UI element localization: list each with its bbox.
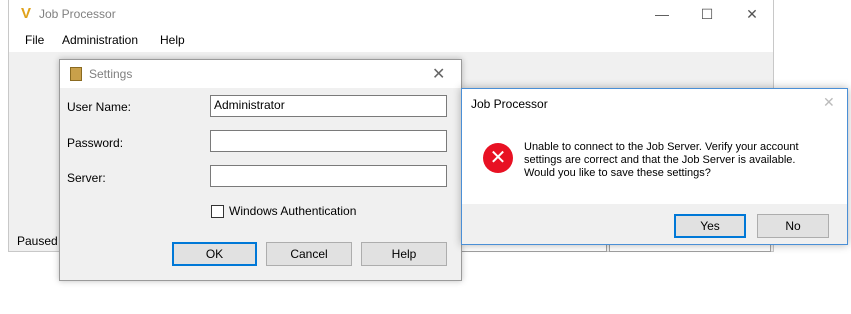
error-message-line: Would you like to save these settings? [524, 167, 711, 179]
settings-dialog: Settings ✕ User Name: Administrator Pass… [59, 59, 462, 281]
error-message-line: Unable to connect to the Job Server. Ver… [524, 141, 799, 153]
settings-close-button[interactable]: ✕ [432, 64, 445, 84]
windows-auth-label: Windows Authentication [229, 204, 357, 218]
error-message: Unable to connect to the Job Server. Ver… [524, 141, 824, 180]
main-titlebar: V Job Processor — ☐ ✕ [9, 0, 773, 28]
menu-file[interactable]: File [25, 33, 44, 47]
error-close-button[interactable]: ✕ [823, 94, 835, 111]
no-button[interactable]: No [757, 214, 829, 238]
settings-titlebar: Settings ✕ [60, 60, 461, 88]
error-icon: ✕ [483, 143, 513, 173]
yes-button[interactable]: Yes [674, 214, 746, 238]
password-label: Password: [67, 136, 124, 150]
error-message-line: settings are correct and that the Job Se… [524, 154, 796, 166]
maximize-button[interactable]: ☐ [684, 0, 730, 28]
cancel-button[interactable]: Cancel [266, 242, 352, 266]
status-text: Paused [17, 234, 58, 248]
windows-auth-checkbox[interactable] [211, 205, 224, 218]
close-button[interactable]: ✕ [729, 0, 775, 28]
main-window-title: Job Processor [39, 7, 116, 21]
menu-help[interactable]: Help [160, 33, 185, 47]
vault-logo-icon: V [20, 5, 31, 22]
server-label: Server: [67, 171, 106, 185]
user-name-label: User Name: [67, 100, 132, 114]
error-dialog: Job Processor ✕ ✕ Unable to connect to t… [461, 88, 848, 245]
settings-title: Settings [89, 67, 133, 81]
error-dialog-title: Job Processor [471, 97, 548, 111]
settings-app-icon [70, 67, 82, 81]
ok-button[interactable]: OK [172, 242, 257, 266]
password-field[interactable] [210, 130, 447, 152]
user-name-field[interactable]: Administrator [210, 95, 447, 117]
help-button[interactable]: Help [361, 242, 447, 266]
menu-administration[interactable]: Administration [62, 33, 138, 47]
minimize-button[interactable]: — [639, 0, 685, 28]
server-field[interactable] [210, 165, 447, 187]
